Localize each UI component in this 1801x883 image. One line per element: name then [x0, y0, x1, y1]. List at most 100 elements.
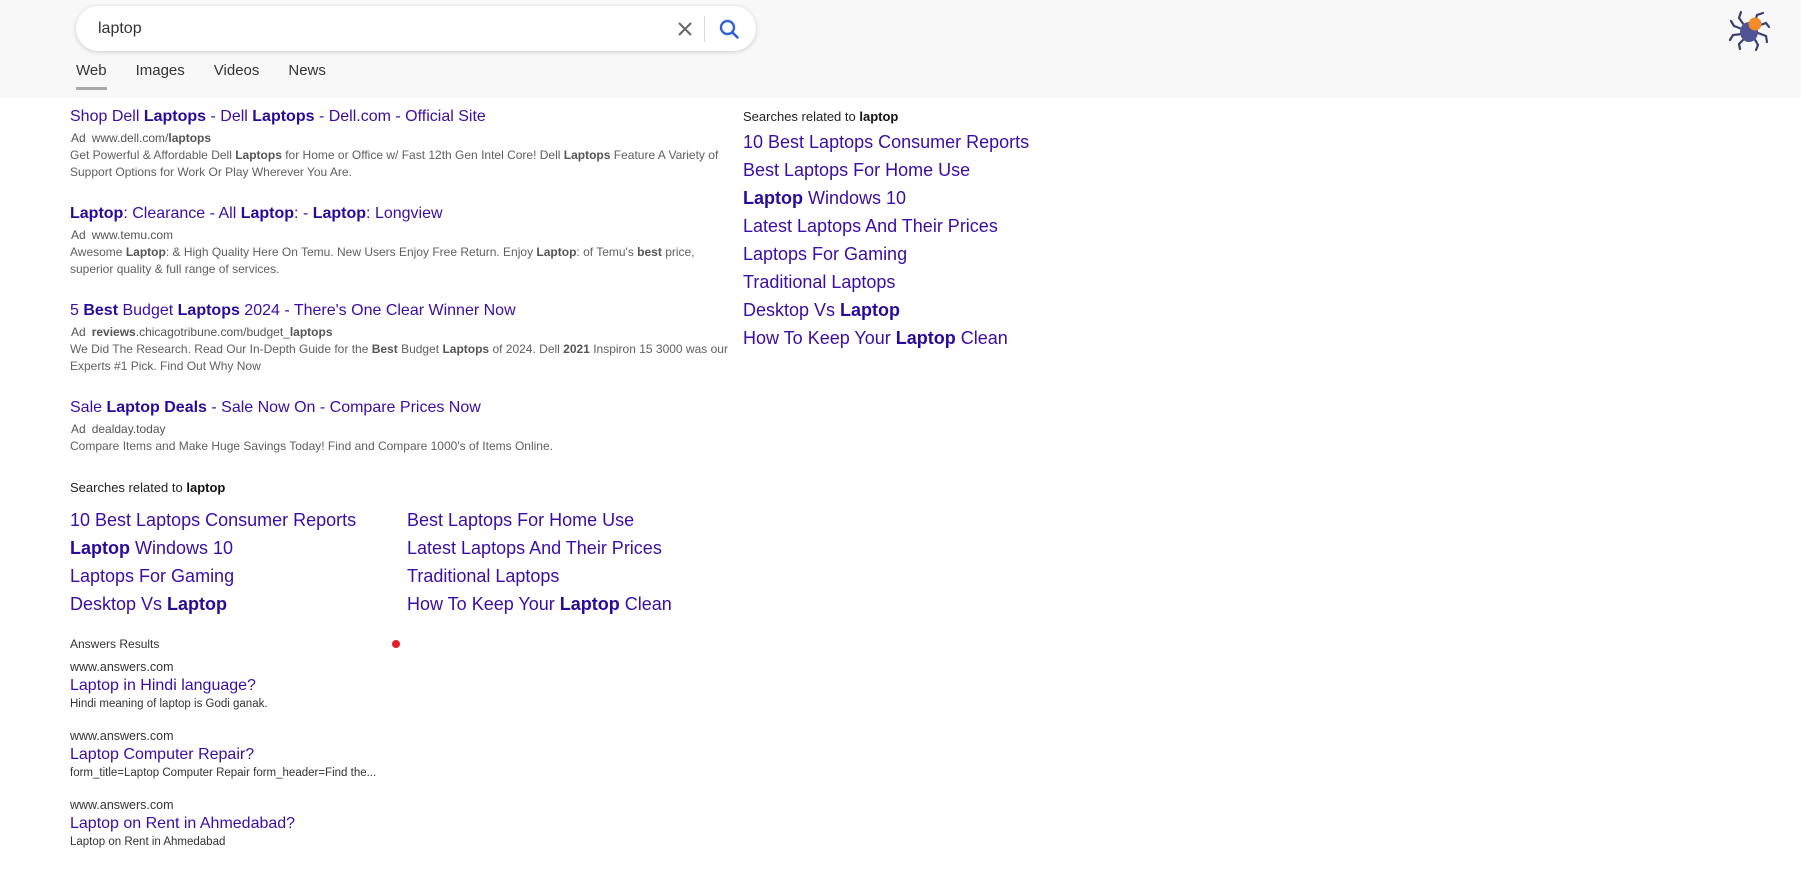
- sidebar-related-link[interactable]: Best Laptops For Home Use: [743, 156, 1103, 184]
- sidebar-related-heading: Searches related to laptop: [743, 108, 1103, 126]
- highlighted-term: laptops: [168, 131, 212, 145]
- tab-videos[interactable]: Videos: [214, 62, 260, 87]
- highlighted-term: Laptop: [312, 205, 367, 222]
- related-search-link[interactable]: Desktop Vs Laptop: [70, 590, 407, 618]
- text-segment: www.dell.com/: [91, 131, 169, 145]
- text-segment: Latest Laptops And Their Prices: [407, 538, 662, 558]
- search-button[interactable]: [713, 13, 745, 45]
- header: Web Images Videos News: [0, 0, 1801, 98]
- highlighted-term: laptops: [289, 325, 333, 339]
- ad-url-text: www.dell.com/laptops: [92, 131, 211, 145]
- text-segment: - Dell: [206, 108, 253, 125]
- ad-result: Sale Laptop Deals - Sale Now On - Compar…: [70, 395, 730, 455]
- answer-item: www.answers.com Laptop on Rent in Ahmeda…: [70, 796, 730, 851]
- related-search-link[interactable]: Traditional Laptops: [407, 562, 727, 590]
- highlighted-term: Best: [371, 342, 398, 356]
- text-segment: Budget: [118, 302, 178, 319]
- highlighted-term: Laptops: [235, 148, 282, 162]
- answers-heading: Answers Results: [70, 637, 160, 651]
- sidebar-related-link[interactable]: Latest Laptops And Their Prices: [743, 212, 1103, 240]
- answer-source: www.answers.com: [70, 660, 174, 674]
- red-dot-indicator: [392, 640, 400, 648]
- results-column: Shop Dell Laptops - Dell Laptops - Dell.…: [70, 104, 730, 865]
- highlighted-term: Laptop: [840, 300, 901, 320]
- text-segment: Laptops For Gaming: [743, 244, 908, 264]
- text-segment: Desktop Vs: [743, 300, 841, 320]
- clear-search-button[interactable]: [670, 14, 700, 44]
- sidebar-related-link[interactable]: Laptop Windows 10: [743, 184, 1103, 212]
- answer-title-link[interactable]: Laptop on Rent in Ahmedabad?: [70, 814, 730, 834]
- related-heading-query: laptop: [186, 480, 226, 495]
- highlighted-term: Laptop: [559, 594, 620, 614]
- text-segment: We Did The Research. Read Our In-Depth G…: [70, 342, 372, 356]
- search-input[interactable]: [98, 6, 638, 51]
- related-heading-prefix: Searches related to: [70, 480, 187, 495]
- highlighted-term: Laptop: [70, 205, 124, 222]
- related-searches-heading: Searches related to laptop: [70, 479, 730, 497]
- text-segment: : Longview: [366, 205, 443, 222]
- sidebar-related-link[interactable]: Desktop Vs Laptop: [743, 296, 1103, 324]
- ad-title-link[interactable]: Laptop: Clearance - All Laptop: - Laptop…: [70, 201, 730, 226]
- related-search-link[interactable]: 10 Best Laptops Consumer Reports: [70, 506, 407, 534]
- ad-url: Ad dealday.today: [71, 420, 730, 438]
- related-search-link[interactable]: Laptops For Gaming: [70, 562, 407, 590]
- text-segment: : of Temu's: [576, 245, 638, 259]
- ad-description: Awesome Laptop: & High Quality Here On T…: [70, 244, 730, 278]
- sidebar-related-link[interactable]: 10 Best Laptops Consumer Reports: [743, 128, 1103, 156]
- text-segment: Traditional Laptops: [407, 566, 560, 586]
- text-segment: Clean: [619, 594, 672, 614]
- text-segment: How To Keep Your: [743, 328, 896, 348]
- text-segment: Best Laptops For Home Use: [743, 160, 971, 180]
- ad-url: Ad www.dell.com/laptops: [71, 129, 730, 147]
- ad-url: Ad reviews.chicagotribune.com/budget_lapt…: [71, 323, 730, 341]
- tab-web[interactable]: Web: [76, 62, 107, 90]
- text-segment: Get Powerful & Affordable Dell: [70, 148, 236, 162]
- highlighted-term: Laptops: [442, 342, 490, 356]
- text-segment: www.temu.com: [91, 228, 174, 242]
- related-search-link[interactable]: How To Keep Your Laptop Clean: [407, 590, 727, 618]
- ad-url-text: dealday.today: [92, 422, 166, 436]
- ad-result: Laptop: Clearance - All Laptop: - Laptop…: [70, 201, 730, 278]
- text-segment: - Dell.com - Official Site: [314, 108, 486, 125]
- related-search-link[interactable]: Best Laptops For Home Use: [407, 506, 727, 534]
- highlighted-term: Laptop: [167, 594, 228, 614]
- highlighted-term: Laptop: [125, 245, 166, 259]
- related-search-link[interactable]: Latest Laptops And Their Prices: [407, 534, 727, 562]
- close-icon: [678, 22, 692, 36]
- text-segment: 2024 - There's One Clear Winner Now: [239, 302, 516, 319]
- sidebar-related-link[interactable]: Traditional Laptops: [743, 268, 1103, 296]
- answer-title-link[interactable]: Laptop in Hindi language?: [70, 676, 730, 696]
- answer-source: www.answers.com: [70, 798, 174, 812]
- ad-title-link[interactable]: Shop Dell Laptops - Dell Laptops - Dell.…: [70, 104, 730, 129]
- ad-title-link[interactable]: 5 Best Budget Laptops 2024 - There's One…: [70, 298, 730, 323]
- related-search-link[interactable]: Laptop Windows 10: [70, 534, 407, 562]
- sidebar-heading-prefix: Searches related to: [743, 109, 860, 124]
- answer-description: Hindi meaning of laptop is Godi ganak.: [70, 698, 268, 710]
- ad-url-text: reviews.chicagotribune.com/budget_laptop…: [92, 325, 333, 339]
- text-segment: 10 Best Laptops Consumer Reports: [70, 510, 357, 530]
- related-searches-sidebar: Searches related to laptop 10 Best Lapto…: [743, 108, 1103, 352]
- search-divider: [704, 16, 705, 42]
- text-segment: Traditional Laptops: [743, 272, 896, 292]
- sidebar-related-link[interactable]: How To Keep Your Laptop Clean: [743, 324, 1103, 352]
- ad-description: Get Powerful & Affordable Dell Laptops f…: [70, 147, 730, 181]
- tab-news[interactable]: News: [288, 62, 326, 87]
- highlighted-term: Best: [83, 302, 119, 319]
- sidebar-related-link[interactable]: Laptops For Gaming: [743, 240, 1103, 268]
- related-searches-grid: 10 Best Laptops Consumer Reports Best La…: [70, 506, 730, 618]
- ad-label: Ad: [71, 228, 86, 242]
- ad-title-link[interactable]: Sale Laptop Deals - Sale Now On - Compar…: [70, 395, 730, 420]
- ad-url: Ad www.temu.com: [71, 226, 730, 244]
- text-segment: Shop Dell: [70, 108, 144, 125]
- answer-title-link[interactable]: Laptop Computer Repair?: [70, 745, 730, 765]
- text-segment: Budget: [397, 342, 443, 356]
- ad-description: We Did The Research. Read Our In-Depth G…: [70, 341, 730, 375]
- tab-images[interactable]: Images: [136, 62, 185, 87]
- logo[interactable]: [1727, 7, 1773, 53]
- ad-description: Compare Items and Make Huge Savings Toda…: [70, 438, 730, 455]
- highlighted-term: Laptop: [895, 328, 956, 348]
- text-segment: Best Laptops For Home Use: [407, 510, 635, 530]
- text-segment: Clean: [955, 328, 1008, 348]
- text-segment: : & High Quality Here On Temu. New Users…: [165, 245, 537, 259]
- answer-description: Laptop on Rent in Ahmedabad: [70, 836, 226, 848]
